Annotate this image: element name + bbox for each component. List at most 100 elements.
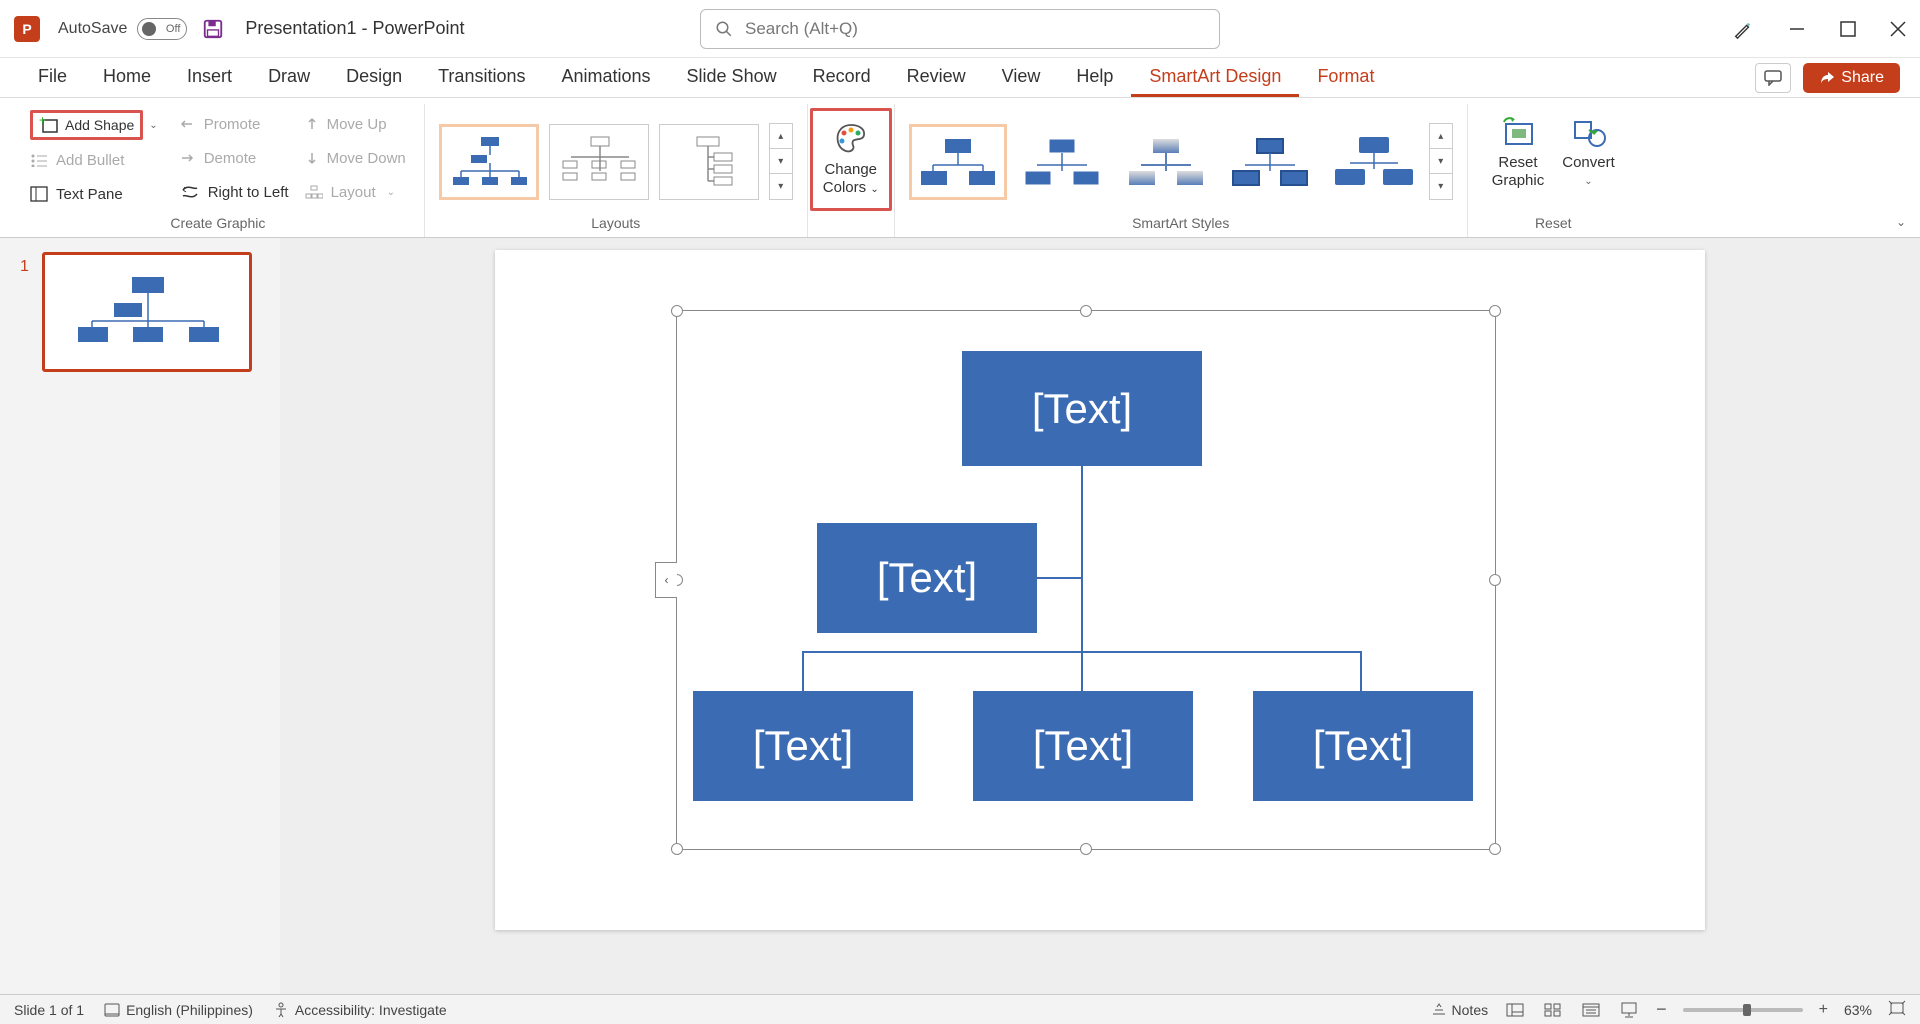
tab-slideshow[interactable]: Slide Show [669,58,795,97]
resize-handle[interactable] [1489,574,1501,586]
comments-button[interactable] [1755,63,1791,93]
add-shape-dropdown[interactable]: ⌄ [143,120,163,131]
style-thumb-1[interactable] [909,124,1007,200]
slide-panel[interactable]: 1 [0,238,280,994]
accessibility-button[interactable]: Accessibility: Investigate [273,1002,447,1018]
layout-thumb-2[interactable] [549,124,649,200]
org-box-top[interactable]: [Text] [962,351,1202,466]
autosave-label: AutoSave [58,20,127,38]
reading-view-button[interactable] [1580,1001,1602,1019]
text-pane-expand[interactable]: ‹ [655,562,677,598]
tab-smartart-design[interactable]: SmartArt Design [1131,58,1299,97]
tab-record[interactable]: Record [795,58,889,97]
reset-graphic-button[interactable]: ResetGraphic [1492,116,1545,190]
tab-format[interactable]: Format [1299,58,1392,97]
resize-handle[interactable] [1080,843,1092,855]
tab-review[interactable]: Review [889,58,984,97]
org-box-child-2[interactable]: [Text] [973,691,1193,801]
slide-sorter-button[interactable] [1542,1001,1564,1019]
zoom-level[interactable]: 63% [1844,1002,1872,1018]
org-box-child-3[interactable]: [Text] [1253,691,1473,801]
tab-design[interactable]: Design [328,58,420,97]
style-thumb-2[interactable] [1013,124,1111,200]
style-thumb-5[interactable] [1325,124,1423,200]
pen-icon[interactable] [1732,18,1754,40]
style-thumb-4[interactable] [1221,124,1319,200]
tab-home[interactable]: Home [85,58,169,97]
palette-icon [833,121,869,157]
tab-help[interactable]: Help [1058,58,1131,97]
spin-more-icon[interactable]: ▾ [770,174,792,199]
normal-view-button[interactable] [1504,1001,1526,1019]
save-button[interactable] [201,17,225,41]
zoom-out-button[interactable]: − [1656,999,1667,1020]
layout-dropdown[interactable]: Layout⌄ [305,178,406,206]
toggle-off-label: Off [166,23,180,35]
notes-button[interactable]: Notes [1431,1002,1489,1018]
maximize-button[interactable] [1840,21,1856,37]
notes-icon [1431,1003,1447,1017]
tab-draw[interactable]: Draw [250,58,328,97]
rtl-label: Right to Left [208,184,289,201]
bullet-icon [30,153,48,167]
demote-button[interactable]: Demote [180,144,289,172]
resize-handle[interactable] [1080,305,1092,317]
zoom-slider[interactable] [1683,1008,1803,1012]
tab-transitions[interactable]: Transitions [420,58,543,97]
accessibility-icon [273,1002,289,1018]
minimize-button[interactable] [1788,20,1806,38]
spin-down-icon[interactable]: ▾ [770,149,792,174]
share-button[interactable]: Share [1803,63,1900,93]
tab-view[interactable]: View [984,58,1059,97]
search-placeholder: Search (Alt+Q) [745,19,858,39]
org-text-2: [Text] [877,554,977,602]
tab-file[interactable]: File [20,58,85,97]
slide-count[interactable]: Slide 1 of 1 [14,1002,84,1018]
language-button[interactable]: English (Philippines) [104,1002,253,1018]
zoom-slider-knob[interactable] [1743,1004,1751,1016]
style-spin-up[interactable]: ▴ [1430,124,1452,149]
promote-button[interactable]: Promote [180,110,289,138]
spin-up-icon[interactable]: ▴ [770,124,792,149]
ribbon-tabs: File Home Insert Draw Design Transitions… [0,58,1920,98]
window-controls [1732,18,1906,40]
resize-handle[interactable] [671,843,683,855]
move-up-button[interactable]: Move Up [305,110,406,138]
layout-gallery-spinner[interactable]: ▴▾▾ [769,123,793,200]
slide-thumbnail-1[interactable] [42,252,252,372]
resize-handle[interactable] [1489,843,1501,855]
smartart-selection[interactable]: ‹ [Text] [Text] [Text] [Text] [Text] [676,310,1496,850]
text-pane-button[interactable]: Text Pane [30,180,164,208]
zoom-in-button[interactable]: + [1819,1001,1828,1019]
move-down-button[interactable]: Move Down [305,144,406,172]
search-input[interactable]: Search (Alt+Q) [700,9,1220,49]
org-box-child-1[interactable]: [Text] [693,691,913,801]
slide-canvas-area[interactable]: ‹ [Text] [Text] [Text] [Text] [Text] [280,238,1920,994]
graphic-label: Graphic [1492,172,1545,189]
style-gallery-spinner[interactable]: ▴▾▾ [1429,123,1453,200]
close-button[interactable] [1890,21,1906,37]
resize-handle[interactable] [671,305,683,317]
slideshow-view-button[interactable] [1618,1001,1640,1019]
add-bullet-button[interactable]: Add Bullet [30,146,164,174]
fit-to-window-button[interactable] [1888,1000,1906,1019]
demote-icon [180,151,196,165]
slide[interactable]: ‹ [Text] [Text] [Text] [Text] [Text] [495,250,1705,930]
resize-handle[interactable] [1489,305,1501,317]
rtl-button[interactable]: Right to Left [180,178,289,206]
change-colors-button[interactable]: ChangeColors ⌄ [810,108,892,211]
document-title: Presentation1 - PowerPoint [245,18,464,39]
layout-thumb-3[interactable] [659,124,759,200]
org-box-assistant[interactable]: [Text] [817,523,1037,633]
tab-animations[interactable]: Animations [543,58,668,97]
autosave-toggle[interactable]: Off [137,18,187,40]
style-spin-down[interactable]: ▾ [1430,149,1452,174]
add-shape-button[interactable]: + Add Shape [30,110,143,140]
tab-insert[interactable]: Insert [169,58,250,97]
search-icon [715,20,733,38]
convert-button[interactable]: Convert⌄ [1562,116,1615,188]
style-thumb-3[interactable] [1117,124,1215,200]
style-spin-more[interactable]: ▾ [1430,174,1452,199]
collapse-ribbon-icon[interactable]: ⌄ [1896,215,1906,229]
layout-thumb-1[interactable] [439,124,539,200]
